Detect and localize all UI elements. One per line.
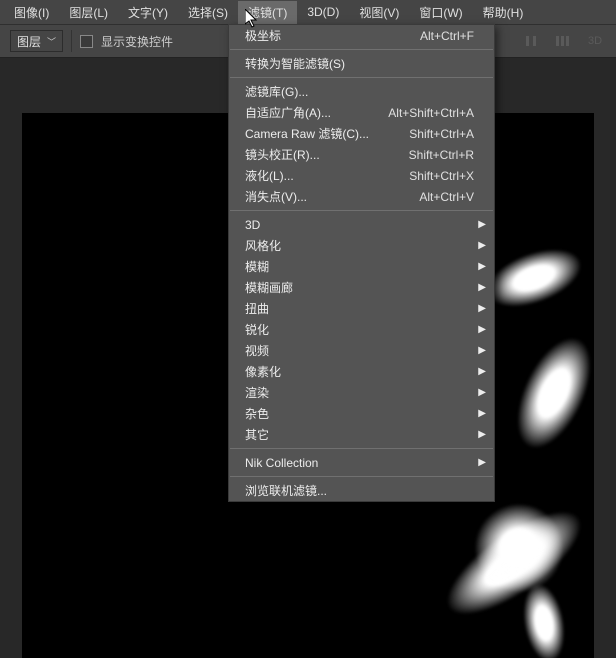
submenu-arrow-icon: ▶ [478, 429, 486, 440]
menu-item[interactable]: 风格化 ▶ [229, 235, 494, 256]
menubar-item[interactable]: 帮助(H) [473, 1, 534, 24]
menu-item-label: 杂色 [245, 405, 269, 422]
menu-item-shortcut: Alt+Shift+Ctrl+A [388, 106, 474, 120]
menu-item[interactable]: 消失点(V)... Alt+Ctrl+V [229, 186, 494, 207]
submenu-arrow-icon: ▶ [478, 345, 486, 356]
divider [71, 30, 72, 52]
menu-item-label: 转换为智能滤镜(S) [245, 55, 345, 72]
menu-item[interactable]: 模糊 ▶ [229, 256, 494, 277]
menu-item[interactable]: 渲染 ▶ [229, 382, 494, 403]
menubar: 图像(I)图层(L)文字(Y)选择(S)滤镜(T)3D(D)视图(V)窗口(W)… [0, 0, 616, 24]
menu-item-label: 模糊 [245, 258, 269, 275]
menu-item-label: 滤镜库(G)... [245, 83, 308, 100]
menu-item[interactable]: 滤镜库(G)... [229, 81, 494, 102]
menu-separator [230, 77, 493, 78]
menubar-item[interactable]: 选择(S) [178, 1, 238, 24]
menu-item-label: 极坐标 [245, 27, 281, 44]
menu-item-label: Camera Raw 滤镜(C)... [245, 125, 369, 142]
menu-item-shortcut: Alt+Ctrl+V [419, 190, 474, 204]
submenu-arrow-icon: ▶ [478, 219, 486, 230]
menu-item-label: 浏览联机滤镜... [245, 482, 327, 499]
menu-item-label: 自适应广角(A)... [245, 104, 331, 121]
menubar-item[interactable]: 图层(L) [59, 1, 118, 24]
menu-item-shortcut: Shift+Ctrl+X [409, 169, 474, 183]
menubar-item[interactable]: 图像(I) [4, 1, 59, 24]
submenu-arrow-icon: ▶ [478, 240, 486, 251]
menubar-item[interactable]: 文字(Y) [118, 1, 178, 24]
menu-item[interactable]: 转换为智能滤镜(S) [229, 53, 494, 74]
show-transform-label: 显示变换控件 [101, 33, 173, 50]
menu-item[interactable]: 浏览联机滤镜... [229, 480, 494, 501]
menu-item[interactable]: 自适应广角(A)... Alt+Shift+Ctrl+A [229, 102, 494, 123]
chevron-down-icon: ﹀ [47, 35, 56, 48]
menu-item-shortcut: Shift+Ctrl+R [409, 148, 474, 162]
menu-item-label: 风格化 [245, 237, 281, 254]
menu-item[interactable]: 其它 ▶ [229, 424, 494, 445]
menu-item[interactable]: 镜头校正(R)... Shift+Ctrl+R [229, 144, 494, 165]
menu-item-label: 像素化 [245, 363, 281, 380]
menu-item-label: 3D [245, 218, 260, 232]
menu-item[interactable]: Nik Collection ▶ [229, 452, 494, 473]
menu-separator [230, 210, 493, 211]
menubar-item[interactable]: 视图(V) [349, 1, 409, 24]
submenu-arrow-icon: ▶ [478, 261, 486, 272]
submenu-arrow-icon: ▶ [478, 387, 486, 398]
menu-item-label: 模糊画廊 [245, 279, 293, 296]
submenu-arrow-icon: ▶ [478, 282, 486, 293]
menubar-item[interactable]: 3D(D) [297, 2, 349, 22]
menu-item-label: 锐化 [245, 321, 269, 338]
filter-menu-dropdown: 极坐标 Alt+Ctrl+F 转换为智能滤镜(S) 滤镜库(G)... 自适应广角(A)… [228, 24, 495, 502]
menu-item-label: 消失点(V)... [245, 188, 307, 205]
submenu-arrow-icon: ▶ [478, 303, 486, 314]
menu-item-shortcut: Shift+Ctrl+A [409, 127, 474, 141]
menu-item-label: 镜头校正(R)... [245, 146, 320, 163]
menu-separator [230, 476, 493, 477]
menu-separator [230, 448, 493, 449]
mode-3d-button[interactable]: 3D [582, 28, 608, 54]
menu-item-shortcut: Alt+Ctrl+F [420, 29, 474, 43]
submenu-arrow-icon: ▶ [478, 324, 486, 335]
menu-item[interactable]: 极坐标 Alt+Ctrl+F [229, 25, 494, 46]
submenu-arrow-icon: ▶ [478, 366, 486, 377]
menu-item[interactable]: Camera Raw 滤镜(C)... Shift+Ctrl+A [229, 123, 494, 144]
menu-item-label: 其它 [245, 426, 269, 443]
layer-select-label: 图层 [17, 33, 41, 50]
toolbar-right: 3D [518, 28, 616, 54]
distribute-icon[interactable] [550, 28, 576, 54]
menu-separator [230, 49, 493, 50]
menu-item-label: 渲染 [245, 384, 269, 401]
align-icon[interactable] [518, 28, 544, 54]
menu-item[interactable]: 扭曲 ▶ [229, 298, 494, 319]
menu-item[interactable]: 杂色 ▶ [229, 403, 494, 424]
menubar-item[interactable]: 窗口(W) [409, 1, 472, 24]
layer-select[interactable]: 图层 ﹀ [10, 30, 63, 52]
menu-item[interactable]: 模糊画廊 ▶ [229, 277, 494, 298]
submenu-arrow-icon: ▶ [478, 408, 486, 419]
menu-item-label: 液化(L)... [245, 167, 294, 184]
menu-item[interactable]: 锐化 ▶ [229, 319, 494, 340]
menu-item-label: 视频 [245, 342, 269, 359]
submenu-arrow-icon: ▶ [478, 457, 486, 468]
menu-item-label: Nik Collection [245, 456, 318, 470]
menu-item[interactable]: 像素化 ▶ [229, 361, 494, 382]
menu-item[interactable]: 液化(L)... Shift+Ctrl+X [229, 165, 494, 186]
menu-item[interactable]: 3D ▶ [229, 214, 494, 235]
menu-item-label: 扭曲 [245, 300, 269, 317]
show-transform-checkbox[interactable] [80, 35, 93, 48]
menu-item[interactable]: 视频 ▶ [229, 340, 494, 361]
menubar-item[interactable]: 滤镜(T) [238, 1, 297, 24]
